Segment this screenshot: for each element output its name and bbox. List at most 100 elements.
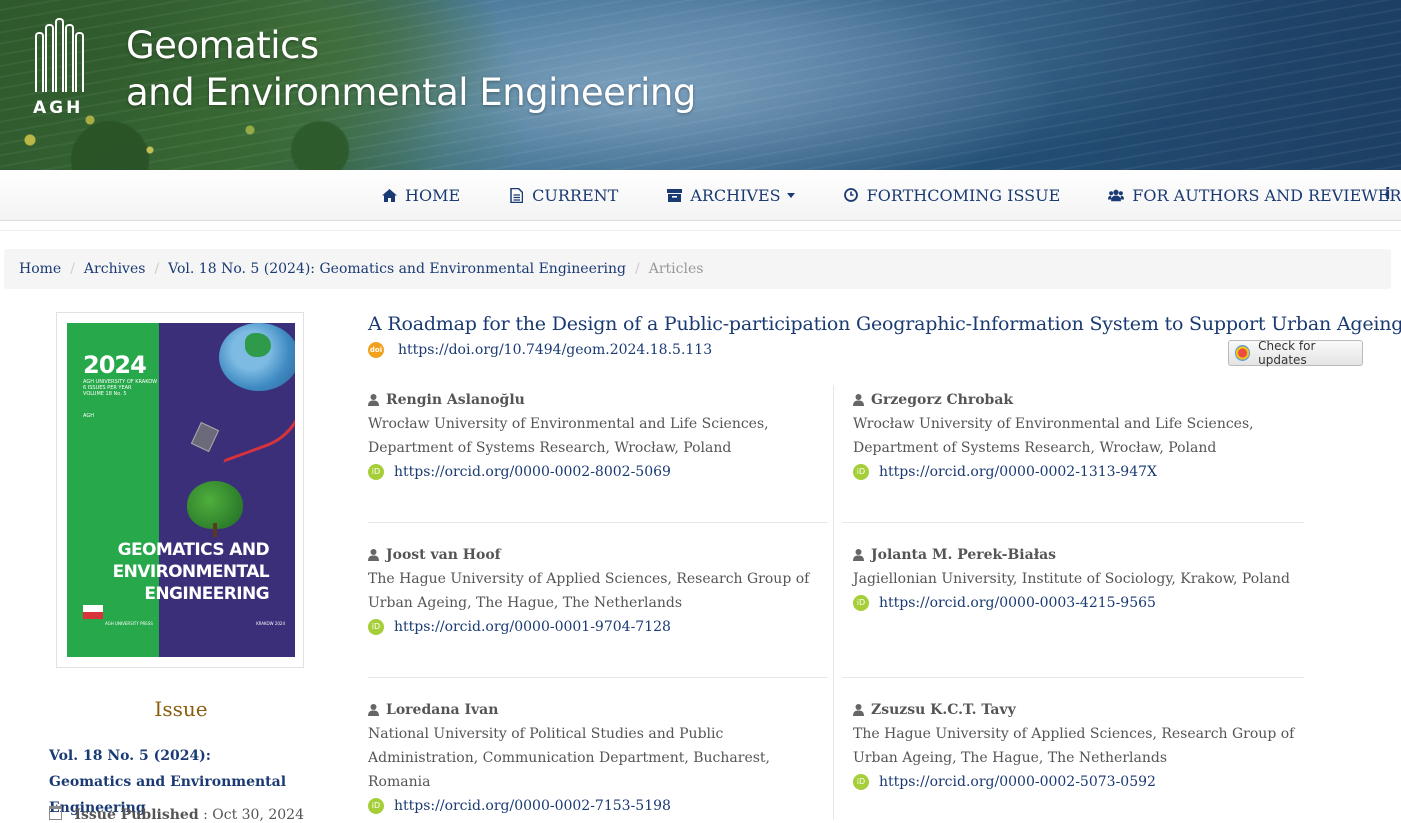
author-orcid: iD https://orcid.org/0000-0003-4215-9565 [853, 591, 1303, 615]
breadcrumb-separator: / [635, 261, 640, 277]
users-icon [1108, 187, 1125, 203]
check-for-updates-label: Check for updates [1258, 339, 1316, 367]
agh-logo[interactable]: AGH [33, 18, 89, 118]
clock-icon [843, 187, 859, 203]
issue-heading: Issue [154, 697, 208, 721]
orcid-icon: iD [368, 464, 384, 480]
orcid-link[interactable]: https://orcid.org/0000-0003-4215-9565 [879, 591, 1156, 615]
nav-current[interactable]: CURRENT [508, 170, 618, 220]
cover-subtitle-line: VOLUME 18 No. 5 [83, 391, 127, 397]
home-icon [381, 187, 397, 203]
article-doi: doi https://doi.org/10.7494/geom.2024.18… [368, 342, 712, 358]
author-affiliation: The Hague University of Applied Sciences… [853, 726, 1295, 766]
user-icon [853, 549, 865, 561]
author-card: Zsuzsu K.C.T. Tavy The Hague University … [853, 698, 1303, 794]
orcid-icon: iD [853, 464, 869, 480]
nav-authors-reviewers-label: FOR AUTHORS AND REVIEWERS [1132, 185, 1401, 205]
cover-title: GEOMATICS AND ENVIRONMENTAL ENGINEERING [112, 540, 270, 604]
orcid-link[interactable]: https://orcid.org/0000-0002-8002-5069 [394, 460, 671, 484]
breadcrumb-separator: / [70, 261, 75, 277]
author-row-divider [368, 522, 828, 523]
orcid-icon: iD [368, 798, 384, 814]
issue-published-date: Oct 30, 2024 [212, 807, 304, 823]
author-name-text: Loredana Ivan [386, 702, 499, 718]
orcid-link[interactable]: https://orcid.org/0000-0002-1313-947X [879, 460, 1157, 484]
nav-current-label: CURRENT [532, 185, 619, 205]
nav-home[interactable]: HOME [381, 170, 460, 220]
agh-logo-text: AGH [33, 98, 84, 118]
author-card: Jolanta M. Perek-Białas Jagiellonian Uni… [853, 543, 1303, 615]
breadcrumb: Home / Archives / Vol. 18 No. 5 (2024): … [4, 249, 1391, 289]
cover-press-logo [83, 605, 103, 619]
breadcrumb-archives[interactable]: Archives [84, 261, 146, 277]
site-banner: AGH Geomatics and Environmental Engineer… [0, 0, 1401, 170]
info-icon[interactable]: i [1385, 184, 1390, 203]
author-name-text: Grzegorz Chrobak [871, 392, 1014, 408]
cover-press: AGH UNIVERSITY PRESS [105, 621, 153, 626]
author-orcid: iD https://orcid.org/0000-0001-9704-7128 [368, 615, 828, 639]
author-name: Joost van Hoof [368, 543, 828, 567]
breadcrumb-home[interactable]: Home [19, 261, 61, 277]
author-name: Loredana Ivan [368, 698, 828, 722]
issue-published-colon: : [203, 807, 213, 823]
nav-forthcoming-label: FORTHCOMING ISSUE [866, 185, 1061, 205]
chevron-down-icon [786, 192, 795, 198]
user-icon [368, 704, 380, 716]
user-icon [368, 394, 380, 406]
user-icon [368, 549, 380, 561]
author-name: Jolanta M. Perek-Białas [853, 543, 1303, 567]
author-name-text: Joost van Hoof [386, 547, 501, 563]
orcid-icon: iD [853, 595, 869, 611]
crossmark-icon [1235, 345, 1251, 361]
author-orcid: iD https://orcid.org/0000-0002-8002-5069 [368, 460, 828, 484]
cover-place: KRAKOW 2024 [256, 621, 285, 626]
check-for-updates-button[interactable]: Check for updates [1228, 339, 1363, 367]
author-name: Rengin Aslanoğlu [368, 388, 828, 412]
author-row-divider [842, 677, 1304, 678]
cover-logo-text: AGH [83, 413, 94, 419]
issue-cover-image[interactable]: 2024 AGH UNIVERSITY OF KRAKOW 6 ISSUES P… [67, 323, 295, 657]
author-card: Joost van Hoof The Hague University of A… [368, 543, 828, 639]
nav-spacer [0, 221, 1401, 231]
main-navigation: HOME CURRENT ARCHIVES FORTHCOMING ISSUE [0, 170, 1401, 221]
breadcrumb-current: Articles [648, 261, 704, 277]
archive-icon [666, 187, 682, 203]
author-card: Grzegorz Chrobak Wrocław University of E… [853, 388, 1303, 484]
author-row-divider [842, 522, 1304, 523]
nav-authors-reviewers[interactable]: FOR AUTHORS AND REVIEWERS [1108, 170, 1401, 220]
author-name: Grzegorz Chrobak [853, 388, 1303, 412]
nav-forthcoming[interactable]: FORTHCOMING ISSUE [843, 170, 1061, 220]
cover-tree [187, 481, 243, 529]
cover-subtitle: AGH UNIVERSITY OF KRAKOW 6 ISSUES PER YE… [83, 379, 157, 419]
author-card: Loredana Ivan National University of Pol… [368, 698, 828, 818]
orcid-link[interactable]: https://orcid.org/0000-0002-5073-0592 [879, 770, 1156, 794]
author-name-text: Jolanta M. Perek-Białas [871, 547, 1057, 563]
article-title: A Roadmap for the Design of a Public-par… [368, 313, 1401, 335]
orcid-link[interactable]: https://orcid.org/0000-0002-7153-5198 [394, 794, 671, 818]
breadcrumb-issue[interactable]: Vol. 18 No. 5 (2024): Geomatics and Envi… [168, 261, 626, 277]
author-row-divider [368, 677, 828, 678]
document-icon [508, 187, 524, 203]
issue-published: Issue Published : Oct 30, 2024 [49, 806, 304, 823]
author-affiliation: The Hague University of Applied Sciences… [368, 571, 810, 611]
author-affiliation: Wrocław University of Environmental and … [853, 416, 1254, 456]
author-name: Zsuzsu K.C.T. Tavy [853, 698, 1303, 722]
calendar-icon [49, 806, 62, 820]
journal-title[interactable]: Geomatics and Environmental Engineering [126, 22, 696, 116]
doi-link[interactable]: https://doi.org/10.7494/geom.2024.18.5.1… [398, 342, 712, 358]
agh-logo-mark [33, 18, 89, 92]
journal-title-line2: and Environmental Engineering [126, 71, 696, 114]
author-column-divider [833, 385, 834, 820]
issue-cover-frame: 2024 AGH UNIVERSITY OF KRAKOW 6 ISSUES P… [56, 312, 304, 668]
breadcrumb-separator: / [154, 261, 160, 277]
cover-year: 2024 [83, 351, 147, 379]
nav-archives[interactable]: ARCHIVES [666, 170, 795, 220]
orcid-link[interactable]: https://orcid.org/0000-0001-9704-7128 [394, 615, 671, 639]
author-affiliation: Jagiellonian University, Institute of So… [853, 571, 1290, 587]
doi-icon: doi [368, 342, 384, 358]
author-card: Rengin Aslanoğlu Wrocław University of E… [368, 388, 828, 484]
author-name-text: Zsuzsu K.C.T. Tavy [871, 702, 1016, 718]
author-orcid: iD https://orcid.org/0000-0002-7153-5198 [368, 794, 828, 818]
author-orcid: iD https://orcid.org/0000-0002-5073-0592 [853, 770, 1303, 794]
author-affiliation: Wrocław University of Environmental and … [368, 416, 769, 456]
